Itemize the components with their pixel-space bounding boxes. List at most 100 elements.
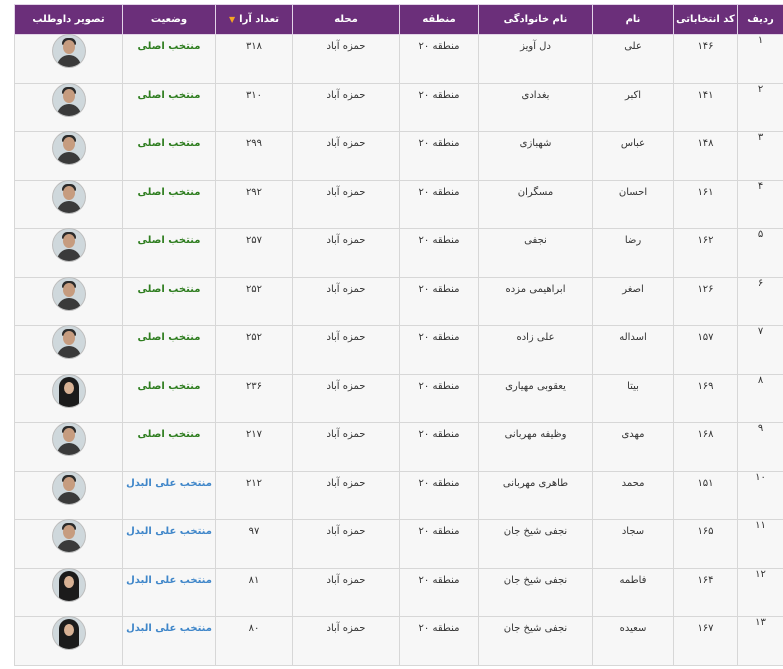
header-first-name[interactable]: نام: [592, 4, 674, 35]
header-photo[interactable]: تصویر داوطلب: [14, 4, 123, 35]
cell-votes-text: ۳۱۸: [245, 41, 263, 52]
cell-first-name-text: مهدی: [621, 429, 645, 440]
candidate-avatar[interactable]: [52, 423, 85, 455]
table-row: ۸ ۱۶۹ بیتا یعقوبی مهیاری منطقه ۲۰ حمزه آباد ۲۳…: [14, 373, 783, 423]
cell-district-text: حمزه آباد: [326, 41, 366, 52]
candidate-avatar[interactable]: [52, 277, 85, 310]
cell-code: ۱۶۵: [673, 519, 738, 569]
header-row-number[interactable]: ردیف: [737, 4, 783, 35]
cell-zone: منطقه ۲۰: [399, 470, 479, 520]
candidate-avatar[interactable]: [52, 229, 85, 261]
status-badge: منتخب علی البدل: [126, 574, 212, 586]
cell-last-name-text: نجفی شیخ جان: [503, 623, 568, 634]
cell-votes: ۲۵۷: [215, 228, 293, 278]
cell-first-name-text: احسان: [618, 186, 648, 198]
cell-code: ۱۶۱: [673, 179, 738, 229]
candidate-avatar[interactable]: [52, 180, 85, 213]
cell-photo: [14, 34, 123, 84]
cell-votes-text: ۲۵۲: [245, 332, 263, 343]
cell-last-name-text: نجفی: [524, 235, 547, 246]
candidate-avatar[interactable]: [52, 568, 85, 601]
header-votes[interactable]: تعداد آرا ▼: [215, 4, 293, 35]
table-body: ۱ ۱۴۶ علی دل آویز منطقه ۲۰ حمزه آباد ۳۱۸ منتخب …: [14, 34, 783, 666]
cell-votes-text: ۸۰: [248, 623, 260, 634]
cell-zone-text: منطقه ۲۰: [418, 380, 460, 392]
cell-code: ۱۶۹: [673, 373, 738, 423]
candidate-avatar[interactable]: [52, 520, 85, 552]
cell-first-name: عباس: [592, 131, 674, 181]
cell-row-number: ۴: [737, 179, 783, 229]
candidate-avatar[interactable]: [52, 374, 85, 407]
cell-votes-text: ۹۷: [248, 526, 260, 537]
candidate-avatar[interactable]: [52, 132, 85, 164]
cell-votes-text: ۲۳۶: [245, 380, 263, 392]
cell-votes: ۲۹۲: [215, 179, 293, 229]
cell-code: ۱۲۶: [673, 276, 738, 326]
header-zone[interactable]: منطقه: [399, 4, 479, 35]
status-badge: منتخب علی البدل: [126, 526, 212, 537]
cell-last-name-text: شهبازی: [519, 138, 552, 149]
cell-district: حمزه آباد: [292, 422, 400, 472]
cell-votes-text: ۳۱۰: [245, 89, 263, 101]
cell-last-name-text: طاهری مهربانی: [502, 477, 569, 489]
cell-first-name: اکبر: [592, 82, 674, 132]
sort-down-triangle-icon[interactable]: ▼: [229, 15, 235, 24]
cell-code-text: ۱۶۸: [697, 429, 714, 440]
candidate-avatar[interactable]: [52, 326, 85, 358]
cell-zone: منطقه ۲۰: [399, 228, 479, 278]
cell-last-name: دل آویز: [478, 34, 593, 84]
cell-last-name: بغدادی: [478, 82, 593, 132]
cell-last-name-text: یعقوبی مهیاری: [505, 380, 566, 392]
cell-zone-text: منطقه ۲۰: [418, 41, 460, 52]
cell-district: حمزه آباد: [292, 34, 400, 84]
header-code[interactable]: کد انتخاباتی: [673, 4, 738, 35]
cell-first-name-text: سعیده: [619, 623, 647, 634]
cell-status: منتخب علی البدل: [122, 519, 216, 569]
cell-photo: [14, 228, 123, 278]
cell-last-name-text: نجفی شیخ جان: [503, 574, 568, 586]
header-last-name[interactable]: نام خانوادگی: [478, 4, 593, 35]
table-row: ۲ ۱۴۱ اکبر بغدادی منطقه ۲۰ حمزه آباد ۳۱۰ منتخب …: [14, 82, 783, 132]
results-table-container: ردیف کد انتخاباتی نام نام خانوادگی منطقه…: [14, 4, 783, 667]
cell-zone: منطقه ۲۰: [399, 373, 479, 423]
cell-photo: [14, 470, 123, 520]
cell-votes-text: ۲۱۷: [245, 429, 263, 440]
cell-code-text: ۱۶۴: [697, 574, 714, 586]
cell-votes: ۳۱۸: [215, 34, 293, 84]
cell-last-name: علی زاده: [478, 325, 593, 375]
cell-zone: منطقه ۲۰: [399, 325, 479, 375]
candidate-avatar[interactable]: [52, 617, 85, 649]
header-district[interactable]: محله: [292, 4, 400, 35]
status-badge: منتخب اصلی: [137, 89, 201, 101]
cell-last-name-text: ابراهیمی مزده: [505, 283, 566, 295]
cell-zone: منطقه ۲۰: [399, 567, 479, 617]
cell-last-name-text: بغدادی: [521, 89, 550, 101]
candidate-avatar[interactable]: [52, 471, 85, 504]
cell-code: ۱۶۲: [673, 228, 738, 278]
candidate-avatar[interactable]: [52, 35, 85, 67]
cell-photo: [14, 519, 123, 569]
status-badge: منتخب اصلی: [137, 283, 201, 295]
cell-photo: [14, 325, 123, 375]
cell-votes: ۲۱۷: [215, 422, 293, 472]
cell-status: منتخب اصلی: [122, 422, 216, 472]
cell-code-text: ۱۴۱: [697, 89, 714, 101]
candidate-avatar[interactable]: [52, 83, 85, 116]
cell-district-text: حمزه آباد: [326, 89, 366, 101]
cell-district: حمزه آباد: [292, 373, 400, 423]
cell-district: حمزه آباد: [292, 519, 400, 569]
status-badge: منتخب اصلی: [137, 186, 201, 198]
cell-status: منتخب اصلی: [122, 34, 216, 84]
status-badge: منتخب علی البدل: [126, 477, 212, 489]
cell-status: منتخب علی البدل: [122, 470, 216, 520]
cell-first-name: فاطمه: [592, 567, 674, 617]
cell-district: حمزه آباد: [292, 325, 400, 375]
cell-status: منتخب اصلی: [122, 373, 216, 423]
cell-district-text: حمزه آباد: [326, 332, 366, 343]
cell-district: حمزه آباد: [292, 131, 400, 181]
cell-zone: منطقه ۲۰: [399, 422, 479, 472]
cell-first-name: مهدی: [592, 422, 674, 472]
header-status[interactable]: وضعیت: [122, 4, 216, 35]
table-row: ۱۲ ۱۶۴ فاطمه نجفی شیخ جان منطقه ۲۰ حمزه آباد ۸…: [14, 567, 783, 617]
cell-votes-text: ۲۱۲: [245, 477, 263, 489]
